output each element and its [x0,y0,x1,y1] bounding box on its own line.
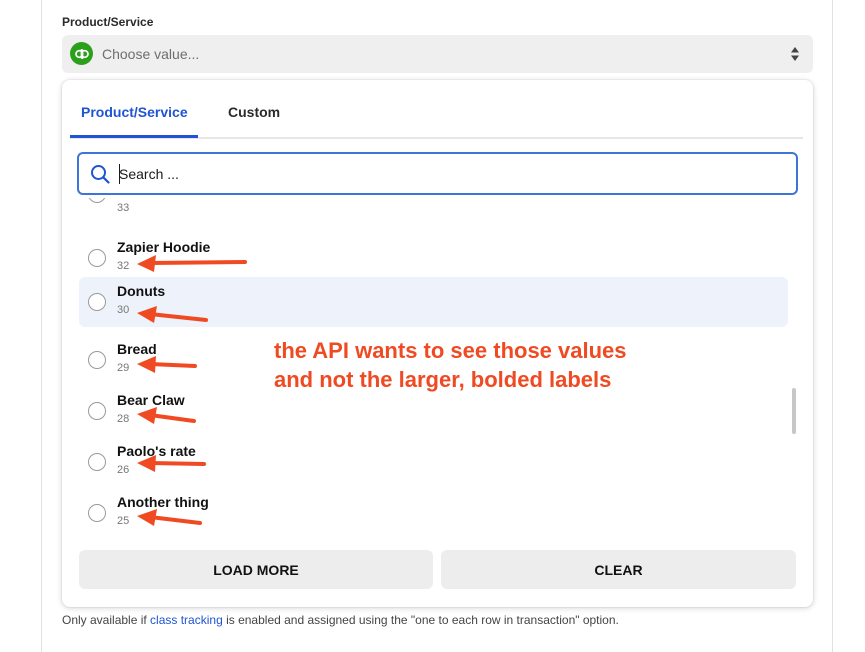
text-caret [119,164,120,184]
help-text-before: Only available if [62,613,151,627]
list-item[interactable]: 33 [79,198,788,225]
radio-button[interactable] [88,504,106,522]
list-item[interactable]: Paolo's rate 26 [79,437,788,487]
item-value: 32 [117,260,130,272]
item-label: Zapier Hoodie [117,239,211,255]
radio-button[interactable] [88,249,106,267]
tab-product-service[interactable]: Product/Service [81,104,188,120]
field-label: Product/Service [62,15,154,29]
class-tracking-link[interactable]: class tracking [150,613,223,627]
active-tab-indicator [70,135,198,138]
help-text: Only available if class tracking is enab… [62,613,619,627]
panel-left-border [41,0,42,652]
radio-button[interactable] [88,402,106,420]
radio-button[interactable] [88,293,106,311]
select-placeholder: Choose value... [102,46,200,62]
scrollbar-thumb[interactable] [792,388,796,434]
sort-updown-icon [791,47,799,61]
list-item[interactable]: Donuts 30 [79,277,788,327]
help-text-after: is enabled and assigned using the "one t… [222,613,619,627]
quickbooks-icon [70,42,93,65]
item-value: 29 [117,362,130,374]
tabs-row: Product/Service Custom [70,80,803,139]
panel-right-border [832,0,833,652]
annotation-line-1: the API wants to see those values [274,338,627,363]
annotation-line-2: and not the larger, bolded labels [274,367,612,392]
item-label: Paolo's rate [117,443,196,459]
item-value: 28 [117,413,130,425]
item-label: Another thing [117,494,209,510]
radio-button[interactable] [88,198,106,203]
search-input[interactable]: Search ... [77,152,798,195]
list-item[interactable]: Zapier Hoodie 32 [79,233,788,283]
item-label: Bread [117,341,157,357]
item-value: 25 [117,515,130,527]
item-label: Donuts [117,283,166,299]
item-value: 30 [117,304,130,316]
radio-button[interactable] [88,453,106,471]
load-more-button[interactable]: LOAD MORE [79,550,433,589]
item-label: Bear Claw [117,392,185,408]
clear-button[interactable]: CLEAR [441,550,796,589]
radio-button[interactable] [88,351,106,369]
search-placeholder: Search ... [119,166,179,182]
search-icon [91,165,110,184]
tab-custom[interactable]: Custom [228,104,280,120]
annotation-text: the API wants to see those values and no… [274,336,627,394]
product-service-select[interactable]: Choose value... [62,35,813,73]
item-value: 33 [117,202,130,214]
item-value: 26 [117,464,130,476]
list-item[interactable]: Another thing 25 [79,488,788,533]
